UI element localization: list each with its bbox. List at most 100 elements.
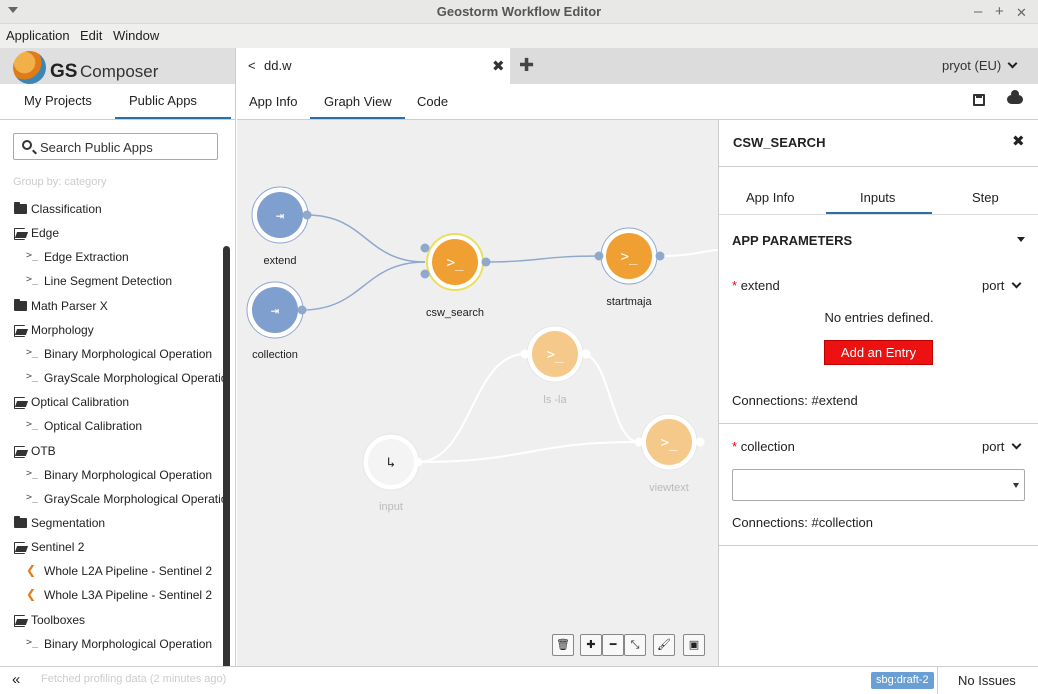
- folder-open-icon: [14, 614, 27, 627]
- tree-item-label: Binary Morphological Operation: [44, 636, 213, 651]
- tree-item[interactable]: ❮ Whole L2A Pipeline - Sentinel 2: [0, 560, 226, 582]
- tree-folder[interactable]: Optical Calibration: [0, 391, 226, 413]
- node-port[interactable]: [297, 305, 307, 315]
- tab-public-apps[interactable]: Public Apps: [129, 93, 197, 108]
- graph-node-input[interactable]: ↳: [362, 433, 423, 491]
- param-extend-type[interactable]: port: [982, 278, 1004, 293]
- tree-item-label: Binary Morphological Operation: [44, 467, 213, 482]
- node-port[interactable]: [581, 349, 591, 359]
- tree-folder[interactable]: Math Parser X: [0, 295, 226, 317]
- node-port[interactable]: [594, 251, 604, 261]
- graph-edge[interactable]: [417, 353, 526, 463]
- node-port[interactable]: [302, 210, 312, 220]
- group-by-select[interactable]: Group by: category: [13, 176, 107, 188]
- tab-app-info[interactable]: App Info: [249, 94, 297, 109]
- tree-folder[interactable]: Segmentation: [0, 512, 226, 534]
- add-entry-button[interactable]: Add an Entry: [824, 340, 933, 365]
- issues-indicator[interactable]: No Issues: [958, 673, 1016, 688]
- tree-item[interactable]: >_ Optical Calibration: [0, 415, 226, 437]
- tree-folder[interactable]: Sentinel 2: [0, 536, 226, 558]
- search-input[interactable]: Search Public Apps: [13, 133, 218, 160]
- tab-code[interactable]: Code: [417, 94, 448, 109]
- vertical-scrollbar[interactable]: [223, 246, 230, 666]
- tree-item[interactable]: >_ Edge Extraction: [0, 246, 226, 268]
- tab-my-projects[interactable]: My Projects: [24, 93, 92, 108]
- caret-down-icon[interactable]: [1017, 237, 1025, 242]
- chevron-down-icon[interactable]: [1011, 439, 1022, 450]
- panel-tab-inputs[interactable]: Inputs: [860, 190, 895, 205]
- cloud-upload-icon[interactable]: [1007, 90, 1023, 104]
- graph-node-collection[interactable]: ⇥: [246, 281, 307, 339]
- node-port[interactable]: [413, 457, 423, 467]
- fit-icon[interactable]: ⤡: [624, 634, 646, 656]
- graph-node-ls[interactable]: >_: [520, 325, 591, 383]
- chevron-down-icon[interactable]: [1007, 58, 1018, 69]
- node-port[interactable]: [481, 257, 491, 267]
- tree-item[interactable]: >_ Binary Morphological Operation: [0, 343, 226, 365]
- tab-dd-w[interactable]: < dd.w ✖: [237, 48, 510, 84]
- node-port[interactable]: [420, 269, 430, 279]
- node-port[interactable]: [520, 349, 530, 359]
- graph-node-extend[interactable]: ⇥: [251, 186, 312, 244]
- graph-canvas[interactable]: ⇥ ⇥ >_ >_ >_ ↳ >_ extend collection csw_search st…: [237, 120, 718, 666]
- divider: [719, 214, 1038, 215]
- brush-icon[interactable]: 🖌: [653, 634, 675, 656]
- terminal-icon: >_: [26, 250, 39, 262]
- trash-icon[interactable]: 🗑: [552, 634, 574, 656]
- graph-edge[interactable]: [663, 249, 718, 257]
- version-badge[interactable]: sbg:draft-2: [871, 672, 934, 689]
- graph-node-viewtext[interactable]: >_: [634, 413, 705, 471]
- graph-node-csw_search[interactable]: >_: [420, 233, 491, 291]
- tree-item[interactable]: >_ GrayScale Morphological Operation: [0, 367, 226, 389]
- node-port[interactable]: [420, 243, 430, 253]
- image-icon[interactable]: ▣: [683, 634, 705, 656]
- connections-collection: Connections: #collection: [732, 515, 873, 530]
- panel-tab-step[interactable]: Step: [972, 190, 999, 205]
- graph-node-startmaja[interactable]: >_: [594, 227, 665, 285]
- tree-item[interactable]: >_ GrayScale Morphological Operation: [0, 488, 226, 510]
- save-icon[interactable]: [973, 94, 985, 106]
- close-panel-icon[interactable]: ✖: [1012, 132, 1025, 150]
- tree-item[interactable]: >_ Binary Morphological Operation: [0, 464, 226, 486]
- node-port[interactable]: [655, 251, 665, 261]
- panel-tab-app-info[interactable]: App Info: [746, 190, 794, 205]
- zoom-in-icon[interactable]: ✚: [580, 634, 602, 656]
- tree-item-label: Line Segment Detection: [44, 274, 173, 289]
- tree-item[interactable]: >_ Line Segment Detection: [0, 270, 226, 292]
- menu-application[interactable]: Application: [6, 28, 70, 43]
- tree-item[interactable]: >_ Binary Morphological Operation: [0, 633, 226, 655]
- terminal-icon: >_: [661, 435, 678, 451]
- tree-folder[interactable]: Edge: [0, 222, 226, 244]
- tree-item-label: Classification: [31, 202, 102, 216]
- zoom-out-icon[interactable]: ━: [602, 634, 624, 656]
- collection-select[interactable]: [732, 469, 1025, 501]
- node-port[interactable]: [634, 437, 644, 447]
- minimize-button[interactable]: –: [974, 3, 982, 20]
- graph-edge[interactable]: [301, 261, 426, 311]
- tab-graph-view[interactable]: Graph View: [324, 94, 392, 109]
- title-bar: Geostorm Workflow Editor – + ✕: [0, 0, 1038, 24]
- close-tab-icon[interactable]: ✖: [492, 57, 505, 75]
- user-menu[interactable]: pryot (EU): [942, 58, 1001, 73]
- node-port[interactable]: [695, 437, 705, 447]
- terminal-icon: >_: [447, 255, 464, 271]
- param-collection-name: collection: [740, 439, 795, 454]
- collapse-sidebar-icon[interactable]: «: [12, 671, 20, 688]
- menu-edit[interactable]: Edit: [80, 28, 102, 43]
- maximize-button[interactable]: +: [995, 3, 1004, 20]
- tree-folder[interactable]: Classification: [0, 198, 226, 220]
- tree-folder[interactable]: OTB: [0, 440, 226, 462]
- tree-item-label: GrayScale Morphological Operation: [44, 491, 226, 506]
- divider: [719, 423, 1038, 424]
- add-tab-button[interactable]: ✚: [519, 55, 534, 76]
- graph-edge[interactable]: [481, 255, 600, 263]
- close-window-button[interactable]: ✕: [1016, 5, 1027, 21]
- menu-window[interactable]: Window: [113, 28, 159, 43]
- tree-folder[interactable]: Toolboxes: [0, 609, 226, 631]
- tree-folder[interactable]: Morphology: [0, 319, 226, 341]
- tree-item-label: Binary Morphological Operation: [44, 346, 213, 361]
- tree-item[interactable]: ❮ Whole L3A Pipeline - Sentinel 2: [0, 584, 226, 606]
- chevron-down-icon[interactable]: [1011, 278, 1022, 289]
- param-collection-type[interactable]: port: [982, 439, 1004, 454]
- panel-title: CSW_SEARCH: [733, 135, 826, 150]
